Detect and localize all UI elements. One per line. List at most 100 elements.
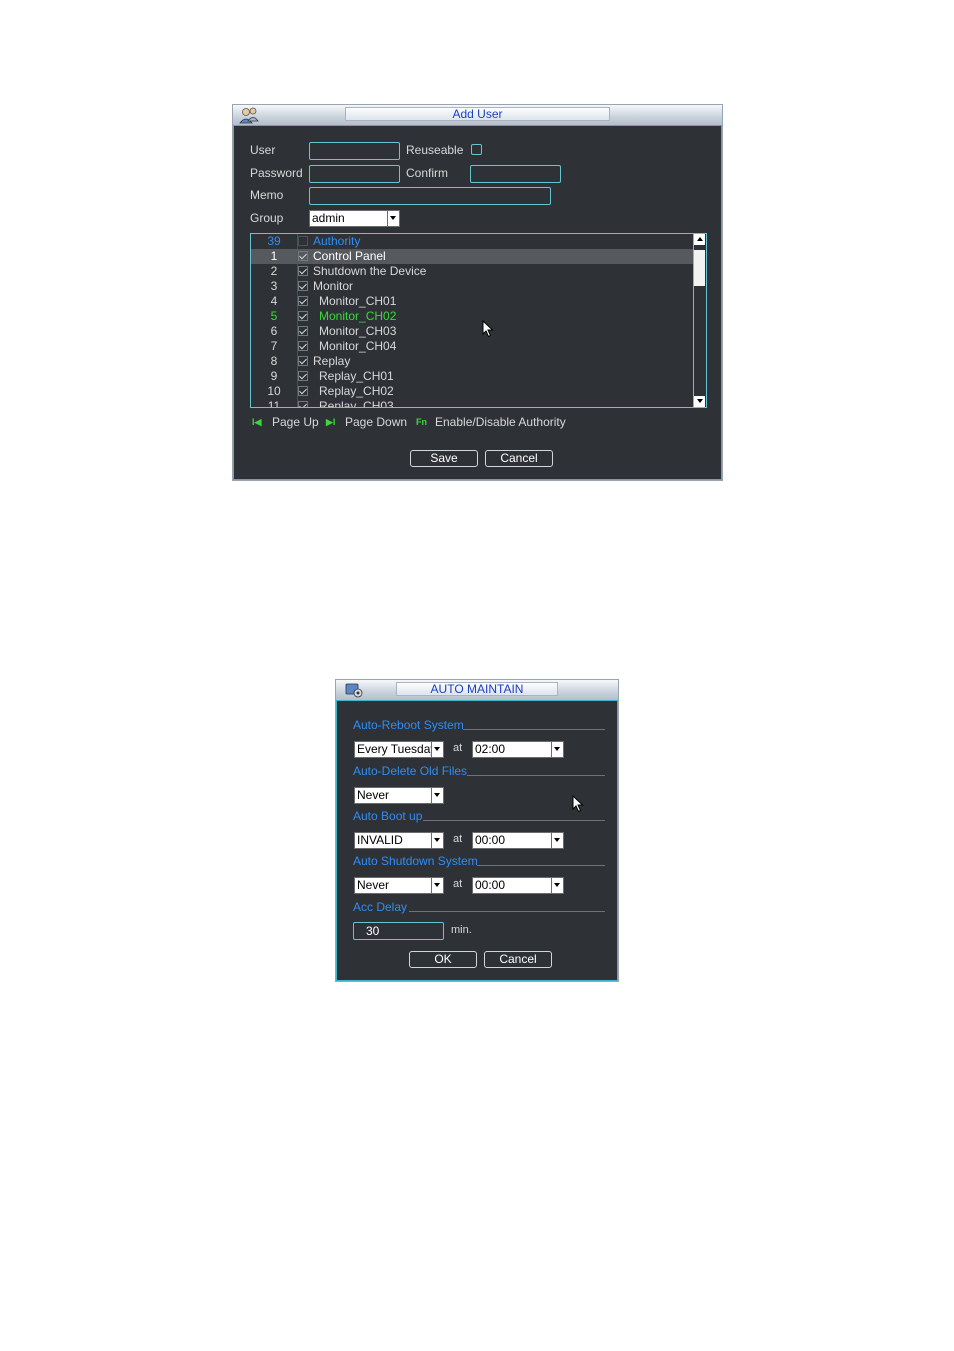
shutdown-time-select[interactable]: 00:00 — [472, 877, 564, 894]
page-up-icon: I◀ — [252, 417, 262, 427]
authority-row-number: 8 — [270, 354, 278, 368]
at-label: at — [453, 878, 463, 890]
user-input[interactable] — [309, 142, 400, 160]
authority-row-label: Replay — [313, 354, 351, 368]
shutdown-value: Never — [357, 878, 390, 892]
fn-key-icon: Fn — [416, 417, 427, 427]
chevron-down-icon[interactable] — [431, 788, 443, 803]
scroll-up-icon[interactable] — [694, 234, 705, 245]
mouse-cursor-icon — [572, 795, 584, 813]
memo-label: Memo — [250, 188, 284, 202]
chevron-down-icon[interactable] — [551, 742, 563, 757]
reboot-time-select[interactable]: 02:00 — [472, 741, 564, 758]
auto-maintain-titlebar[interactable]: AUTO MAINTAIN — [336, 680, 618, 701]
users-icon — [239, 107, 259, 124]
authority-count: 39 — [267, 234, 281, 248]
authority-row[interactable]: 7 Monitor_CH04 — [251, 339, 693, 354]
authority-row[interactable]: 10 Replay_CH02 — [251, 384, 693, 399]
authority-list-header: 39 Authority — [251, 234, 693, 249]
authority-row-label: Monitor_CH04 — [319, 339, 397, 353]
authority-checkbox[interactable] — [298, 296, 308, 306]
authority-checkbox[interactable] — [298, 326, 308, 336]
select-all-checkbox[interactable] — [298, 236, 308, 246]
authority-row[interactable]: 3 Monitor — [251, 279, 693, 294]
authority-list[interactable]: 39 Authority 1 Control Panel 2 Shutdown the… — [250, 233, 707, 408]
shutdown-time-value: 00:00 — [475, 878, 506, 892]
authority-row[interactable]: 9 Replay_CH01 — [251, 369, 693, 384]
authority-row[interactable]: 4 Monitor_CH01 — [251, 294, 693, 309]
acc-delay-input[interactable] — [353, 922, 444, 940]
auto-maintain-window: AUTO MAINTAIN Auto-Reboot System Every T… — [335, 679, 619, 982]
chevron-down-icon[interactable] — [387, 211, 399, 226]
chevron-down-icon[interactable] — [551, 833, 563, 848]
shutdown-section-title: Auto Shutdown System — [353, 854, 478, 868]
authority-checkbox[interactable] — [298, 281, 308, 291]
authority-checkbox[interactable] — [298, 341, 308, 351]
authority-checkbox[interactable] — [298, 266, 308, 276]
shutdown-select[interactable]: Never — [354, 877, 444, 894]
authority-row-label: Replay_CH02 — [319, 384, 394, 398]
boot-section-divider — [423, 820, 605, 821]
authority-scrollbar[interactable] — [693, 234, 706, 407]
enable-disable-hint: Enable/Disable Authority — [435, 415, 566, 429]
authority-checkbox[interactable] — [298, 311, 308, 321]
memo-input[interactable] — [309, 187, 551, 205]
boot-select[interactable]: INVALID — [354, 832, 444, 849]
chevron-down-icon[interactable] — [431, 833, 443, 848]
authority-row[interactable]: 1 Control Panel — [251, 249, 693, 264]
ok-button[interactable]: OK — [409, 951, 477, 968]
cancel-button[interactable]: Cancel — [484, 951, 552, 968]
min-unit-label: min. — [451, 924, 472, 936]
delete-section-title: Auto-Delete Old Files — [353, 764, 468, 778]
authority-checkbox[interactable] — [298, 356, 308, 366]
authority-row[interactable]: 5 Monitor_CH02 — [251, 309, 693, 324]
authority-row-number: 7 — [270, 339, 278, 353]
group-select-value: admin — [312, 211, 345, 225]
window-title: AUTO MAINTAIN — [396, 682, 558, 696]
authority-checkbox[interactable] — [298, 386, 308, 396]
mouse-cursor-icon — [482, 320, 494, 338]
password-input[interactable] — [309, 165, 400, 183]
save-button[interactable]: Save — [410, 450, 478, 467]
user-label: User — [250, 143, 276, 157]
authority-row[interactable]: 2 Shutdown the Device — [251, 264, 693, 279]
chevron-down-icon[interactable] — [431, 742, 443, 757]
authority-row-number: 3 — [270, 279, 278, 293]
reuseable-checkbox[interactable] — [471, 144, 482, 155]
chevron-down-icon[interactable] — [431, 878, 443, 893]
authority-row-number: 1 — [270, 249, 278, 263]
reboot-day-select[interactable]: Every Tuesday — [354, 741, 444, 758]
authority-column-header: Authority — [313, 234, 361, 248]
add-user-window: Add User User Reuseable Password Confirm… — [232, 104, 723, 481]
shutdown-section-divider — [477, 865, 605, 866]
authority-row[interactable]: 11 Replay_CH03 — [251, 399, 693, 408]
authority-checkbox[interactable] — [298, 251, 308, 261]
reboot-section-title: Auto-Reboot System — [353, 718, 464, 732]
authority-checkbox[interactable] — [298, 371, 308, 381]
acc-delay-section-title: Acc Delay — [353, 900, 408, 914]
reuseable-label: Reuseable — [406, 143, 464, 157]
confirm-input[interactable] — [470, 165, 561, 183]
at-label: at — [453, 833, 463, 845]
boot-time-select[interactable]: 00:00 — [472, 832, 564, 849]
scroll-down-icon[interactable] — [694, 396, 705, 407]
authority-row-number: 11 — [267, 399, 281, 408]
authority-row-label: Replay_CH01 — [319, 369, 394, 383]
auto-maintain-body: Auto-Reboot System Every Tuesday at 02:0… — [336, 700, 618, 981]
cancel-button[interactable]: Cancel — [485, 450, 553, 467]
reboot-day-value: Every Tuesday — [357, 742, 437, 756]
add-user-titlebar[interactable]: Add User — [233, 105, 722, 126]
window-title: Add User — [345, 107, 610, 121]
authority-row-number: 2 — [270, 264, 278, 278]
authority-row[interactable]: 8 Replay — [251, 354, 693, 369]
maintenance-icon — [345, 683, 363, 698]
authority-checkbox[interactable] — [298, 401, 308, 407]
page-down-hint: Page Down — [345, 415, 408, 429]
chevron-down-icon[interactable] — [551, 878, 563, 893]
scroll-thumb[interactable] — [694, 250, 705, 286]
confirm-label: Confirm — [406, 166, 449, 180]
group-select[interactable]: admin — [309, 210, 400, 227]
delete-section-divider — [467, 775, 605, 776]
authority-row[interactable]: 6 Monitor_CH03 — [251, 324, 693, 339]
delete-files-select[interactable]: Never — [354, 787, 444, 804]
